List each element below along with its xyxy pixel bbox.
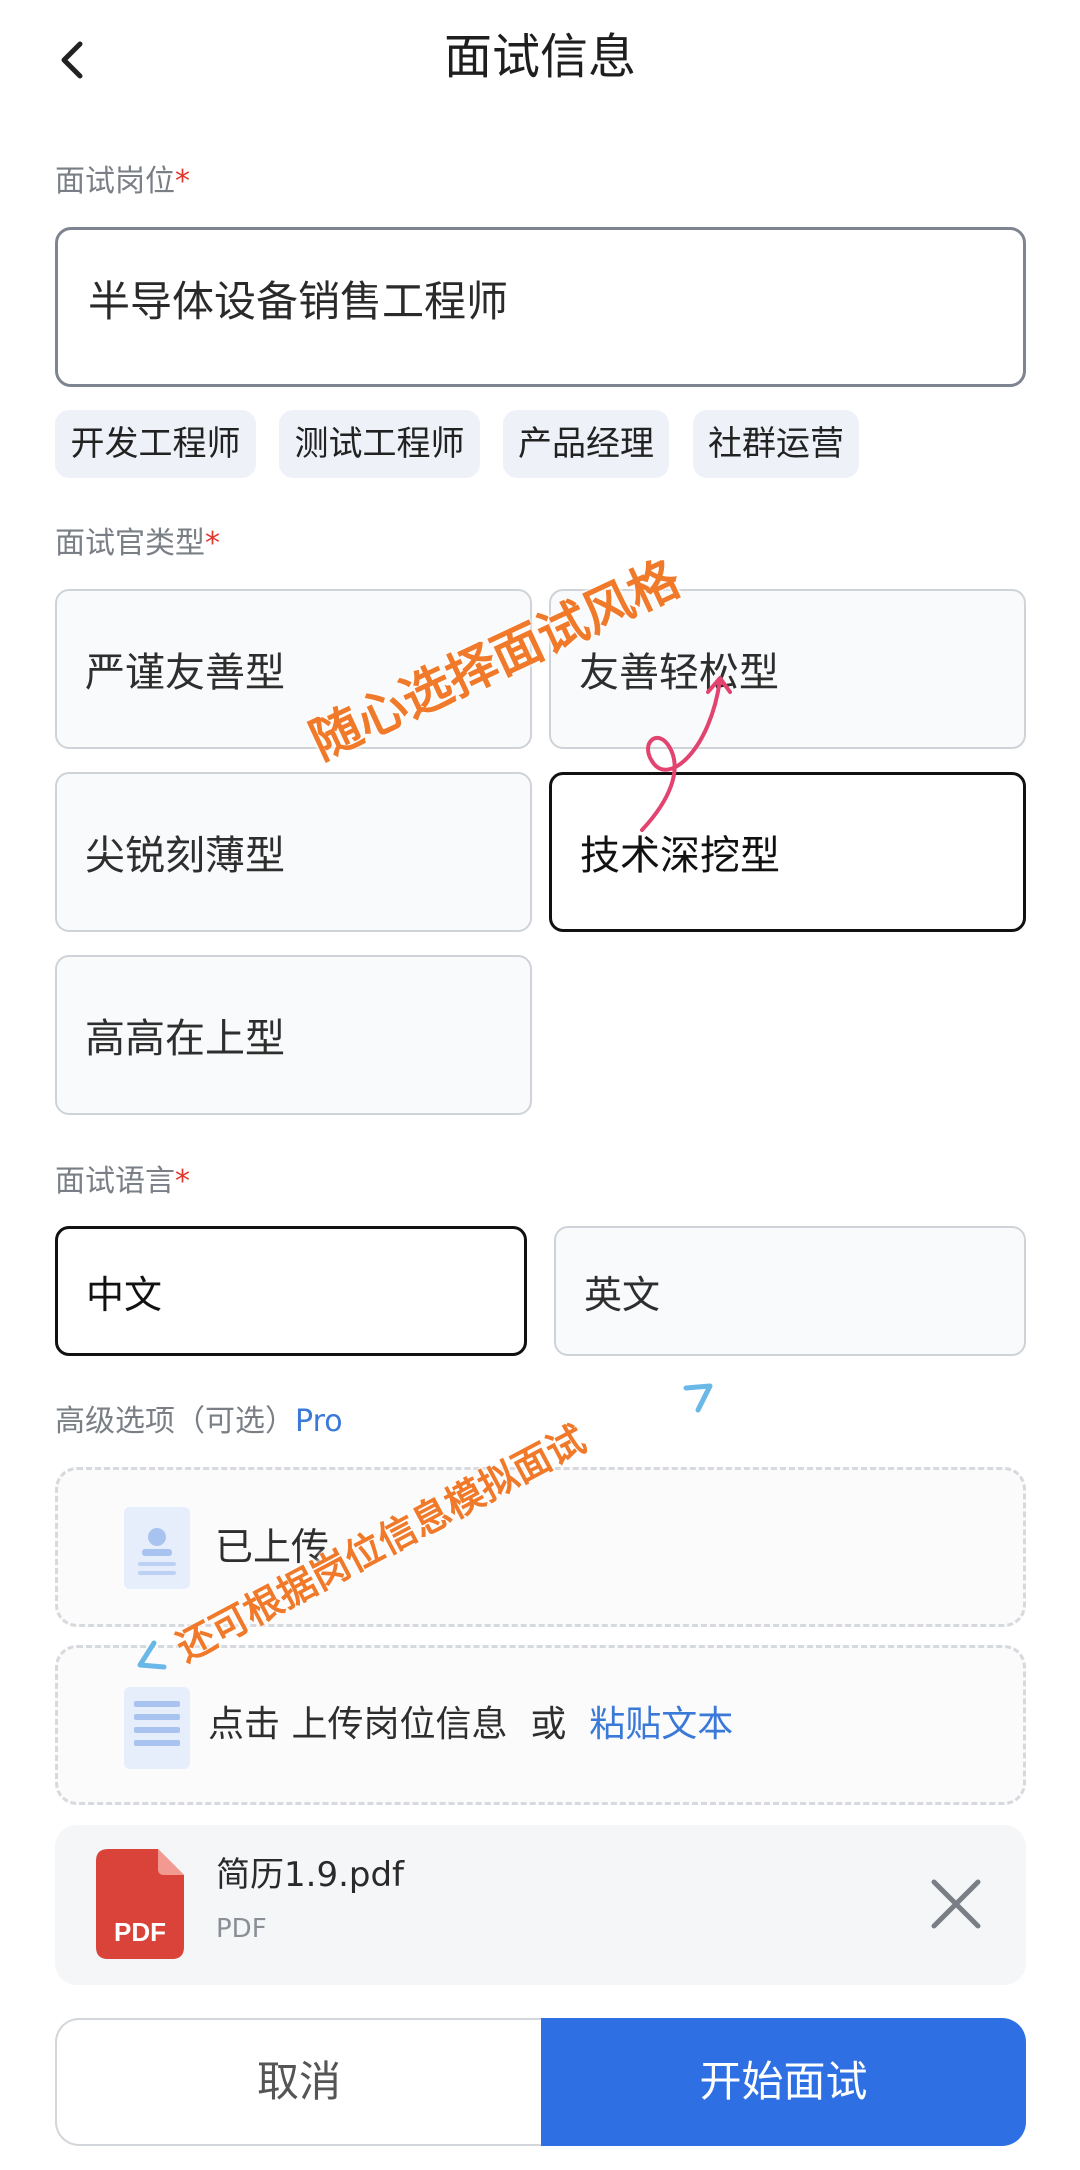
uploaded-file-card (55, 1825, 1026, 1985)
required-mark: * (205, 526, 220, 561)
file-name: 简历1.9.pdf (216, 1855, 405, 1895)
page-title: 面试信息 (443, 29, 636, 85)
chip-product-manager[interactable]: 产品经理 (503, 410, 669, 478)
pro-badge: Pro (295, 1404, 343, 1439)
interviewer-label: 面试官类型* (55, 526, 220, 561)
upload-job-info-link[interactable]: 上传岗位信息 (291, 1704, 507, 1745)
language-option-chinese[interactable]: 中文 (55, 1226, 527, 1356)
start-interview-button[interactable]: 开始面试 (541, 2018, 1026, 2146)
annotation-bracket-right (680, 1378, 720, 1418)
option-condescending[interactable]: 高高在上型 (55, 955, 532, 1115)
annotation-arrow-pink (630, 660, 750, 840)
close-icon (931, 1879, 981, 1929)
file-type: PDF (216, 1914, 267, 1944)
annotation-bracket-left (132, 1635, 172, 1675)
paste-text-link[interactable]: 粘贴文本 (589, 1704, 733, 1745)
position-label: 面试岗位* (55, 164, 190, 199)
required-mark: * (175, 164, 190, 199)
chip-community-ops[interactable]: 社群运营 (693, 410, 859, 478)
chip-test-engineer[interactable]: 测试工程师 (279, 410, 480, 478)
document-icon (124, 1687, 190, 1769)
resume-doc-icon (124, 1507, 190, 1589)
required-mark: * (175, 1164, 190, 1199)
job-info-prompt: 点击 上传岗位信息 或 粘贴文本 (208, 1704, 734, 1745)
language-label: 面试语言* (55, 1164, 190, 1199)
position-input-value: 半导体设备销售工程师 (88, 277, 509, 326)
remove-file-button[interactable] (928, 1876, 984, 1932)
cancel-button[interactable]: 取消 (55, 2018, 541, 2146)
pdf-file-icon: PDF (96, 1849, 184, 1959)
option-sharp-harsh[interactable]: 尖锐刻薄型 (55, 772, 532, 932)
chip-dev-engineer[interactable]: 开发工程师 (55, 410, 256, 478)
pdf-icon-label: PDF (114, 1917, 166, 1947)
option-tech-deep-dive[interactable]: 技术深挖型 (549, 772, 1026, 932)
advanced-label: 高级选项（可选）Pro (55, 1404, 343, 1439)
language-option-english[interactable]: 英文 (554, 1226, 1026, 1356)
